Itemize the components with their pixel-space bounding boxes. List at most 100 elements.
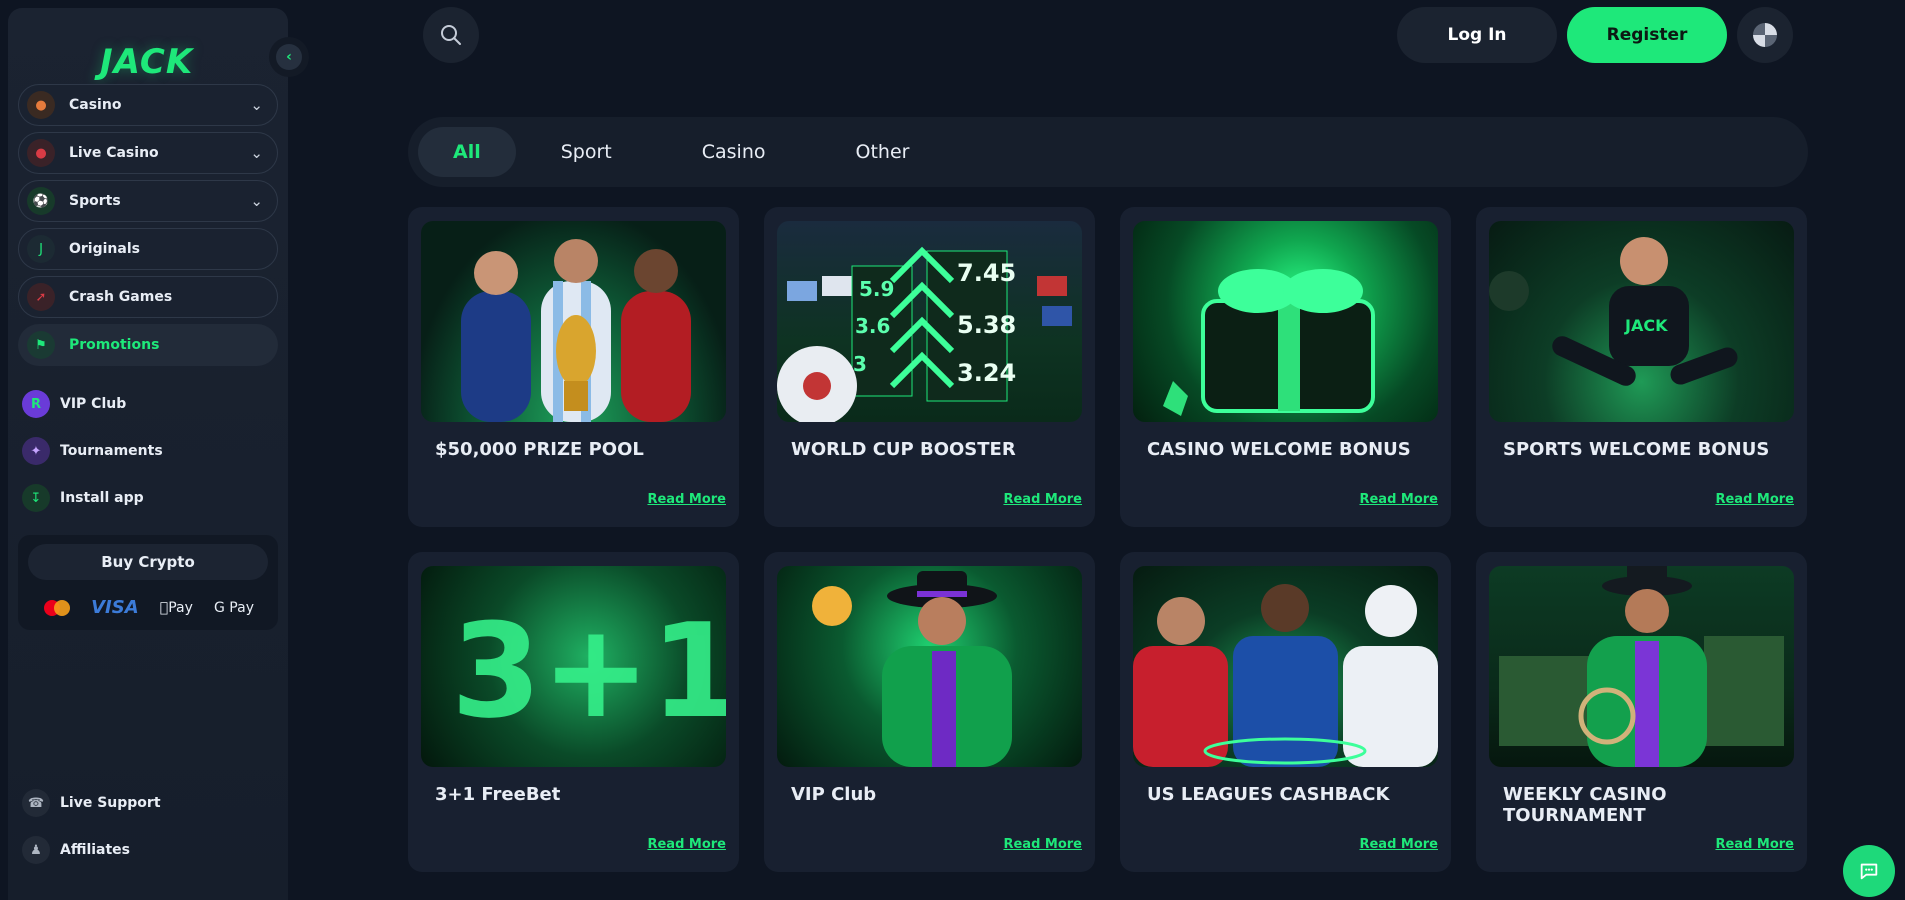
read-more-link[interactable]: Read More xyxy=(647,837,726,852)
promo-image-vip-club xyxy=(777,566,1082,767)
promo-title: WORLD CUP BOOSTER xyxy=(791,439,1016,460)
sidebar-item-promotions[interactable]: ⚑ Promotions xyxy=(18,324,278,366)
read-more-link[interactable]: Read More xyxy=(1359,837,1438,852)
sidebar-item-tournaments[interactable]: ✦ Tournaments xyxy=(22,436,282,466)
sidebar-item-label: Live Casino xyxy=(69,145,159,161)
players-trophy-illustration xyxy=(461,239,691,422)
sidebar-item-casino[interactable]: ● Casino ⌄ xyxy=(18,84,278,126)
sidebar-secondary-nav: R VIP Club ✦ Tournaments ↧ Install app xyxy=(22,389,282,530)
read-more-link[interactable]: Read More xyxy=(1359,492,1438,507)
promo-image-prize-pool xyxy=(421,221,726,422)
live-casino-icon: ● xyxy=(27,139,55,167)
sidebar-nav: ● Casino ⌄ ● Live Casino ⌄ ⚽ Sports ⌄ J … xyxy=(18,84,278,372)
search-icon xyxy=(441,25,461,45)
sidebar-item-label: Sports xyxy=(69,193,121,209)
sidebar-item-label: Originals xyxy=(69,241,140,257)
read-more-link[interactable]: Read More xyxy=(1715,492,1794,507)
promo-card[interactable]: JACK SPORTS WELCOME BONUS Read More xyxy=(1476,207,1807,527)
tab-other[interactable]: Other xyxy=(811,127,955,177)
promo-title: US LEAGUES CASHBACK xyxy=(1147,784,1390,805)
read-more-link[interactable]: Read More xyxy=(1715,837,1794,852)
odds-value: 3.6 xyxy=(855,314,890,338)
language-button[interactable] xyxy=(1737,7,1793,63)
sidebar-item-sports[interactable]: ⚽ Sports ⌄ xyxy=(18,180,278,222)
athletes-illustration xyxy=(1133,584,1438,767)
register-button[interactable]: Register xyxy=(1567,7,1727,63)
vip-character-illustration xyxy=(812,571,1012,767)
sidebar-item-live-support[interactable]: ☎ Live Support xyxy=(22,788,282,818)
promo-card[interactable]: CASINO WELCOME BONUS Read More xyxy=(1120,207,1451,527)
headset-icon: ☎ xyxy=(22,789,50,817)
sidebar-collapse-button[interactable]: ‹ xyxy=(269,37,309,77)
globe-icon xyxy=(1753,23,1777,47)
promo-title: WEEKLY CASINO TOURNAMENT xyxy=(1503,784,1667,826)
sidebar: JACK ‹ ● Casino ⌄ ● Live Casino ⌄ ⚽ Spor… xyxy=(8,8,309,900)
promo-card[interactable]: 3+1 3+1 FreeBet Read More xyxy=(408,552,739,872)
read-more-link[interactable]: Read More xyxy=(647,492,726,507)
odds-value: 3.24 xyxy=(957,359,1016,387)
sidebar-bottom-nav: ☎ Live Support ♟ Affiliates xyxy=(22,788,282,882)
promo-card[interactable]: US LEAGUES CASHBACK Read More xyxy=(1120,552,1451,872)
sidebar-item-live-casino[interactable]: ● Live Casino ⌄ xyxy=(18,132,278,174)
promo-title: $50,000 PRIZE POOL xyxy=(435,439,644,460)
odds-value: 3 xyxy=(853,352,867,376)
buy-crypto-button[interactable]: Buy Crypto xyxy=(28,544,268,580)
tournaments-icon: ✦ xyxy=(22,437,50,465)
odds-booster-illustration: 5.9 7.45 3.6 5.38 3 3.24 xyxy=(777,246,1072,422)
mastercard-icon xyxy=(44,599,70,616)
odds-value: 5.9 xyxy=(859,277,894,301)
gift-box-illustration xyxy=(1163,269,1375,416)
crash-games-icon: ➚ xyxy=(27,283,55,311)
vip-club-icon: R xyxy=(22,390,50,418)
promo-image-sports-welcome: JACK xyxy=(1489,221,1794,422)
sidebar-item-label: Live Support xyxy=(60,795,161,811)
promo-card[interactable]: VIP Club Read More xyxy=(764,552,1095,872)
sidebar-item-label: Install app xyxy=(60,490,144,506)
sidebar-item-crash-games[interactable]: ➚ Crash Games xyxy=(18,276,278,318)
read-more-link[interactable]: Read More xyxy=(1003,492,1082,507)
jack-logo[interactable]: JACK xyxy=(100,42,193,82)
apple-pay-text: Pay xyxy=(165,599,193,616)
chevron-left-icon: ‹ xyxy=(276,44,302,70)
search-button[interactable] xyxy=(423,7,479,63)
promo-card[interactable]: WEEKLY CASINO TOURNAMENT Read More xyxy=(1476,552,1807,872)
sidebar-item-label: Casino xyxy=(69,97,122,113)
tab-sport[interactable]: Sport xyxy=(516,127,657,177)
sidebar-item-affiliates[interactable]: ♟ Affiliates xyxy=(22,835,282,865)
sidebar-item-vip-club[interactable]: R VIP Club xyxy=(22,389,282,419)
apple-pay-logo: Pay xyxy=(160,600,193,616)
tab-all[interactable]: All xyxy=(418,127,516,177)
sidebar-item-originals[interactable]: J Originals xyxy=(18,228,278,270)
originals-icon: J xyxy=(27,235,55,263)
promo-title: SPORTS WELCOME BONUS xyxy=(1503,439,1770,460)
google-pay-logo: G Pay xyxy=(213,599,254,616)
chevron-down-icon[interactable]: ⌄ xyxy=(250,192,263,210)
promo-title: VIP Club xyxy=(791,784,877,805)
odds-value: 5.38 xyxy=(957,311,1016,339)
payment-methods: VISA Pay G Pay xyxy=(44,597,254,618)
read-more-link[interactable]: Read More xyxy=(1003,837,1082,852)
odds-value: 7.45 xyxy=(957,259,1016,287)
cowboy-character-illustration xyxy=(1499,566,1784,767)
sidebar-item-label: Crash Games xyxy=(69,289,173,305)
three-plus-one-illustration: 3+1 xyxy=(451,595,726,747)
promo-title: 3+1 FreeBet xyxy=(435,784,561,805)
promo-card[interactable]: $50,000 PRIZE POOL Read More xyxy=(408,207,739,527)
chat-bubble-icon xyxy=(1860,863,1878,880)
sidebar-item-label: Promotions xyxy=(69,337,160,353)
promo-image-casino-welcome xyxy=(1133,221,1438,422)
promo-card[interactable]: 5.9 7.45 3.6 5.38 3 3.24 WORLD CUP BOOST… xyxy=(764,207,1095,527)
sidebar-item-install-app[interactable]: ↧ Install app xyxy=(22,483,282,513)
promo-title: CASINO WELCOME BONUS xyxy=(1147,439,1411,460)
promo-image-world-cup-booster: 5.9 7.45 3.6 5.38 3 3.24 xyxy=(777,221,1082,422)
tab-casino[interactable]: Casino xyxy=(657,127,811,177)
login-button[interactable]: Log In xyxy=(1397,7,1557,63)
live-chat-button[interactable] xyxy=(1843,845,1895,897)
sidebar-item-label: Affiliates xyxy=(60,842,131,858)
chevron-down-icon[interactable]: ⌄ xyxy=(250,144,263,162)
soccer-player-illustration: JACK xyxy=(1489,237,1738,386)
promo-image-freebet: 3+1 xyxy=(421,566,726,767)
sidebar-item-label: Tournaments xyxy=(60,443,163,459)
sports-icon: ⚽ xyxy=(27,187,55,215)
chevron-down-icon[interactable]: ⌄ xyxy=(250,96,263,114)
